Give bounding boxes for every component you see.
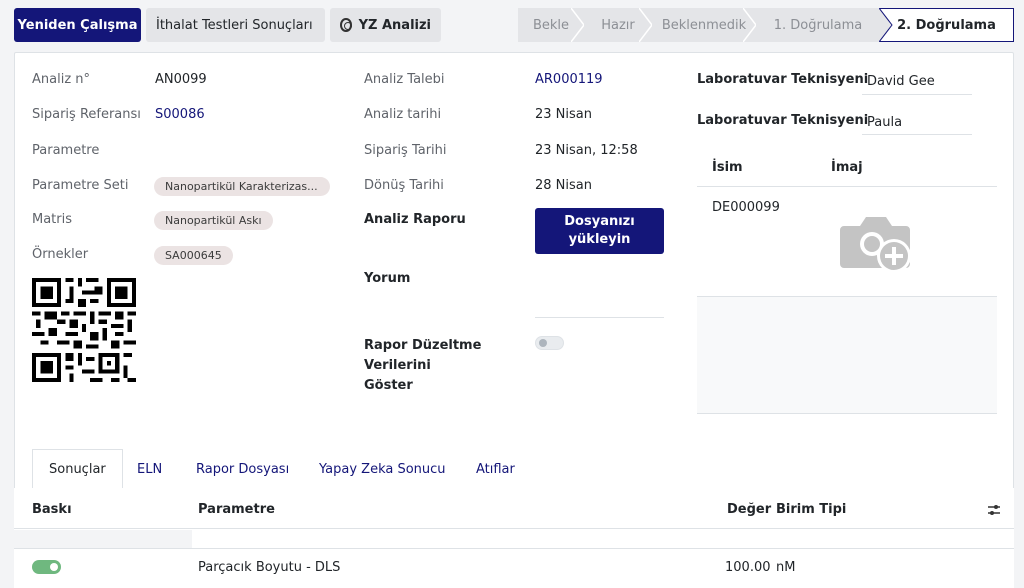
analysis-no-label: Analiz n° (32, 72, 91, 87)
group-row-divider (14, 548, 1014, 549)
col-header-unit[interactable]: Birim Tipi (776, 502, 846, 517)
comment-field[interactable] (535, 317, 664, 318)
col-header-parameter[interactable]: Parametre (198, 502, 275, 517)
print-toggle[interactable] (32, 560, 61, 574)
order-ref-label: Sipariş Referansı (32, 107, 141, 122)
parameter-set-label: Parametre Seti (32, 178, 129, 193)
stage-label: Hazır (601, 17, 635, 33)
status-bar: Bekle Hazır Beklenmedik 1. Doğrulama 2. … (518, 8, 1014, 42)
add-photo-icon[interactable] (840, 212, 914, 276)
analysis-report-label: Analiz Raporu (364, 212, 466, 227)
stage-unexpected[interactable]: Beklenmedik (652, 8, 757, 42)
sample-tag[interactable]: SA000645 (154, 246, 233, 265)
result-unit[interactable]: nM (776, 560, 795, 575)
qr-code (32, 278, 136, 382)
parameter-label: Parametre (32, 143, 100, 158)
tab-results[interactable]: Sonuçlar (32, 449, 123, 489)
images-header-divider (697, 186, 997, 187)
show-corrections-label: Rapor Düzeltme Verilerini Göster (364, 338, 482, 393)
stage-label: 1. Doğrulama (773, 17, 863, 33)
result-value[interactable]: 100.00 (725, 560, 771, 575)
return-date-label: Dönüş Tarihi (364, 178, 444, 193)
parameter-set-tag[interactable]: Nanopartikül Karakterizas... (154, 177, 330, 196)
lab-technician-value-1[interactable]: David Gee (867, 74, 935, 89)
matrix-label: Matris (32, 212, 73, 227)
tab-citations[interactable]: Atıflar (476, 449, 515, 489)
order-date-label: Sipariş Tarihi (364, 143, 447, 158)
tab-ai-result[interactable]: Yapay Zeka Sonucu (319, 449, 446, 489)
lab-technician-underline-1 (862, 94, 972, 95)
chevron-separator-icon (639, 8, 653, 42)
tab-report-file[interactable]: Rapor Dosyası (196, 449, 289, 489)
stage-label: Bekle (532, 17, 570, 33)
samples-label: Örnekler (32, 247, 89, 262)
lab-technician-value-2[interactable]: Paula (867, 115, 902, 130)
import-results-button[interactable]: İthalat Testleri Sonuçları (146, 8, 325, 42)
result-parameter[interactable]: Parçacık Boyutu - DLS (198, 560, 340, 575)
results-table: Baskı Parametre Değer Birim Tipi Parçacı… (14, 488, 1014, 588)
matrix-tag[interactable]: Nanopartikül Askı (154, 211, 273, 230)
images-row-divider-4 (697, 413, 997, 414)
ai-analysis-button[interactable]: YZ Analizi (330, 8, 441, 42)
images-col-name: İsim (712, 160, 743, 175)
stage-label: 2. Doğrulama (897, 17, 996, 33)
column-settings-icon[interactable] (986, 502, 1002, 518)
upload-file-button[interactable]: Dosyanızı yükleyin (535, 208, 664, 254)
stage-wait[interactable]: Bekle (518, 8, 585, 42)
order-date-value: 23 Nisan, 12:58 (535, 143, 638, 158)
analysis-no-value: AN0099 (155, 72, 207, 87)
ai-icon (340, 18, 352, 32)
comment-label: Yorum (364, 271, 411, 286)
analysis-date-label: Analiz tarihi (364, 107, 442, 122)
analysis-date-value: 23 Nisan (535, 107, 592, 122)
images-empty-rows (697, 297, 997, 413)
images-col-image: İmaj (831, 160, 863, 175)
header-divider (14, 528, 1014, 529)
analysis-request-label: Analiz Talebi (364, 72, 445, 87)
chevron-separator-icon (571, 8, 585, 42)
return-date-value: 28 Nisan (535, 178, 592, 193)
col-header-print[interactable]: Baskı (32, 502, 72, 517)
stage-label: Beklenmedik (661, 17, 747, 33)
stage-validation-2[interactable]: 2. Doğrulama (879, 8, 1014, 42)
group-row-left (14, 530, 192, 548)
image-row-name: DE000099 (712, 200, 780, 215)
ai-analysis-label: YZ Analizi (358, 17, 431, 33)
restart-button[interactable]: Yeniden Çalışma (14, 8, 141, 42)
order-ref-link[interactable]: S00086 (155, 107, 205, 122)
lab-technician-label-2: Laboratuvar Teknisyeni (697, 113, 869, 128)
chevron-separator-icon (743, 8, 757, 42)
chevron-active-icon (879, 8, 893, 42)
lab-technician-label-1: Laboratuvar Teknisyeni (697, 72, 869, 87)
lab-technician-underline-2 (862, 134, 972, 135)
show-corrections-toggle[interactable] (535, 336, 564, 350)
col-header-value[interactable]: Değer (727, 502, 771, 517)
stage-validation-1[interactable]: 1. Doğrulama (756, 8, 880, 42)
analysis-request-link[interactable]: AR000119 (535, 72, 603, 87)
tab-eln[interactable]: ELN (137, 449, 162, 489)
stage-ready[interactable]: Hazır (584, 8, 653, 42)
notebook-tabs: Sonuçlar ELN Rapor Dosyası Yapay Zeka So… (14, 449, 1014, 489)
